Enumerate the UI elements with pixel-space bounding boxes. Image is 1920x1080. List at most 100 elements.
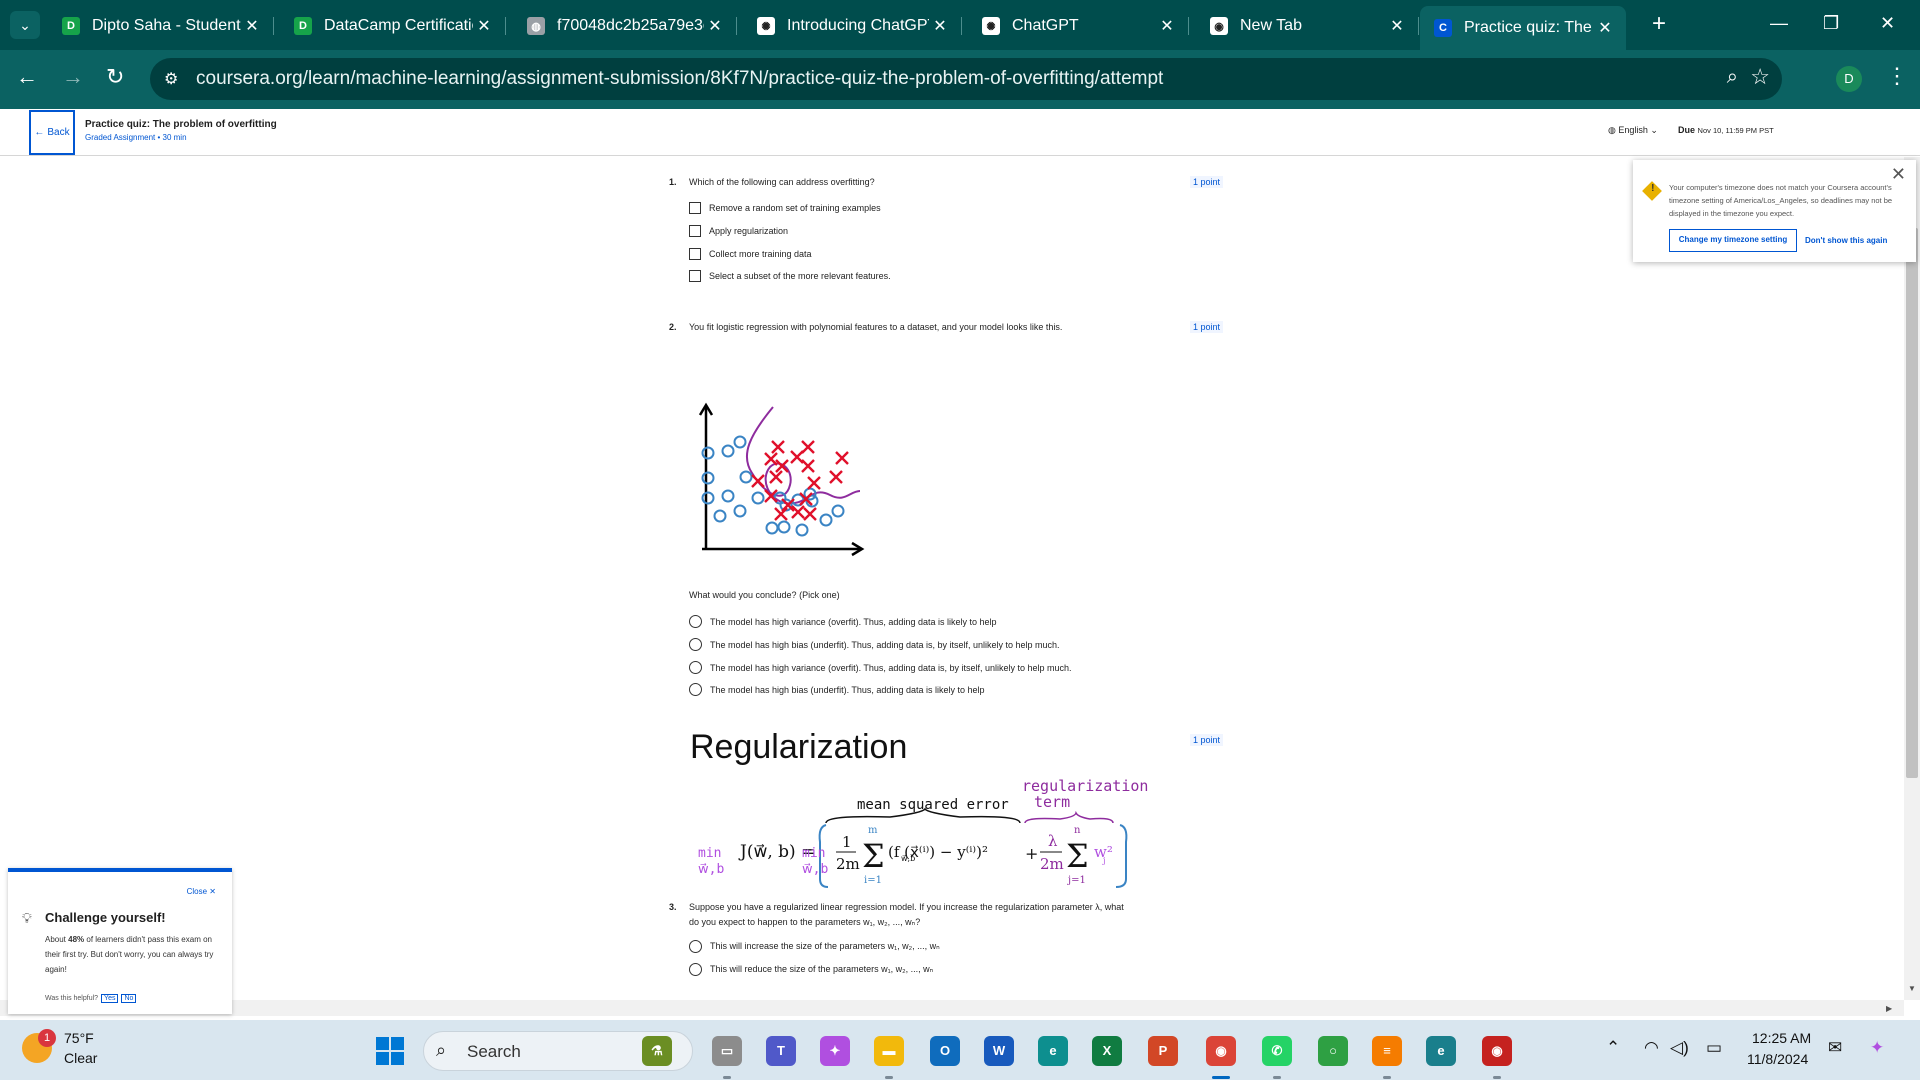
scroll-right-arrow-icon[interactable]: ▶ xyxy=(1886,1004,1892,1013)
tab-6[interactable]: ◉ New Tab ✕ xyxy=(1196,8,1419,44)
scrollbar-thumb[interactable] xyxy=(1906,228,1918,778)
option-label: This will reduce the size of the paramet… xyxy=(710,964,934,974)
close-challenge-button[interactable]: Close ✕ xyxy=(187,887,216,896)
question-1-option-1[interactable]: Remove a random set of training examples xyxy=(689,202,881,214)
forward-arrow-icon[interactable]: → xyxy=(62,65,84,89)
radio-button[interactable] xyxy=(689,638,702,651)
radio-button[interactable] xyxy=(689,615,702,628)
zoom-icon[interactable]: ⌕ xyxy=(1727,66,1738,89)
no-button[interactable]: No xyxy=(121,994,137,1003)
language-selector[interactable]: ◍ English ⌄ xyxy=(1608,125,1658,136)
word-icon[interactable]: W xyxy=(984,1036,1014,1066)
clock-time[interactable]: 12:25 AM xyxy=(1752,1030,1811,1046)
chrome-alt-icon[interactable]: ◉ xyxy=(1482,1036,1512,1079)
edge-dev-icon[interactable]: e xyxy=(1426,1036,1456,1066)
tab-3[interactable]: ◍ f70048dc2b25a79e3c ✕ xyxy=(513,8,737,44)
restore-button[interactable]: ❐ xyxy=(1823,13,1839,34)
profile-avatar[interactable]: D xyxy=(1836,66,1862,92)
new-tab-button[interactable]: + xyxy=(1652,12,1666,36)
folder-icon[interactable]: ▬ xyxy=(874,1036,904,1079)
url-text[interactable]: coursera.org/learn/machine-learning/assi… xyxy=(196,68,1163,90)
bookmark-star-icon[interactable]: ☆ xyxy=(1750,64,1770,90)
address-bar[interactable]: ⚙ coursera.org/learn/machine-learning/as… xyxy=(150,58,1782,100)
question-2-option-2[interactable]: The model has high bias (underfit). Thus… xyxy=(689,638,1060,651)
checkbox[interactable] xyxy=(689,248,701,260)
notifications-icon[interactable]: ✉ xyxy=(1828,1038,1842,1058)
question-3-text-line-1: Suppose you have a regularized linear re… xyxy=(689,902,1124,912)
show-hidden-icons-chevron-icon[interactable]: ⌃ xyxy=(1606,1038,1620,1058)
start-button[interactable] xyxy=(376,1037,404,1065)
whatsapp-icon[interactable]: ✆ xyxy=(1262,1036,1292,1079)
site-info-icon[interactable]: ⚙ xyxy=(164,69,178,89)
close-tab-icon[interactable]: ✕ xyxy=(473,16,495,36)
question-2-option-4[interactable]: The model has high bias (underfit). Thus… xyxy=(689,683,985,696)
close-tab-icon[interactable]: ✕ xyxy=(929,16,951,36)
weather-widget[interactable]: 1 xyxy=(22,1029,56,1063)
radio-button[interactable] xyxy=(689,963,702,976)
radio-button[interactable] xyxy=(689,661,702,674)
question-1-option-3[interactable]: Collect more training data xyxy=(689,248,812,260)
checkbox[interactable] xyxy=(689,202,701,214)
minimize-button[interactable]: — xyxy=(1770,13,1788,34)
tab-4[interactable]: ✺ Introducing ChatGPT ✕ xyxy=(743,8,962,44)
weather-condition[interactable]: Clear xyxy=(64,1050,97,1066)
question-2-number: 2. xyxy=(669,322,677,332)
teams-icon[interactable]: T xyxy=(766,1036,796,1066)
close-tab-icon[interactable]: ✕ xyxy=(1594,18,1616,38)
excel-icon[interactable]: X xyxy=(1092,1036,1122,1066)
close-tab-icon[interactable]: ✕ xyxy=(241,16,263,36)
close-label: Close xyxy=(186,887,208,896)
question-2-option-1[interactable]: The model has high variance (overfit). T… xyxy=(689,615,997,628)
checkbox[interactable] xyxy=(689,225,701,237)
more-menu-icon[interactable]: ⋮ xyxy=(1886,63,1908,89)
tab-search-button[interactable]: ⌄ xyxy=(10,11,40,39)
wifi-icon[interactable]: ◠ xyxy=(1644,1038,1659,1058)
openai-icon: ✺ xyxy=(757,17,775,35)
lab-icon[interactable]: ⚗ xyxy=(642,1036,672,1066)
copilot-tray-icon[interactable]: ✦ xyxy=(1870,1038,1884,1058)
ring-app-icon[interactable]: ○ xyxy=(1318,1036,1348,1066)
battery-icon[interactable]: ▭ xyxy=(1706,1038,1722,1058)
checkbox[interactable] xyxy=(689,270,701,282)
back-arrow-icon[interactable]: ← xyxy=(16,65,38,89)
regularization-brace xyxy=(1024,810,1114,824)
chrome-icon[interactable]: ◉ xyxy=(1206,1036,1236,1079)
weather-temperature[interactable]: 75°F xyxy=(64,1030,94,1046)
min-label: min xyxy=(698,846,721,861)
tab-2[interactable]: D DataCamp Certificatio ✕ xyxy=(280,8,506,44)
regularization-formula-figure: mean squared error regularization term m… xyxy=(698,777,1148,888)
copilot-icon[interactable]: ✦ xyxy=(820,1036,850,1066)
question-3-option-2[interactable]: This will reduce the size of the paramet… xyxy=(689,963,933,976)
close-tab-icon[interactable]: ✕ xyxy=(1386,16,1408,36)
timezone-warning-popup: ✕ ! Your computer's timezone does not ma… xyxy=(1633,160,1916,262)
tab-1[interactable]: D Dipto Saha - Student ✕ xyxy=(48,8,274,44)
edge-icon[interactable]: e xyxy=(1038,1036,1068,1066)
close-tab-icon[interactable]: ✕ xyxy=(704,16,726,36)
change-timezone-button[interactable]: Change my timezone setting xyxy=(1669,229,1797,252)
horizontal-scrollbar[interactable] xyxy=(0,1000,1904,1016)
plot-points xyxy=(701,435,849,537)
back-button[interactable]: ← Back xyxy=(29,110,75,155)
window-close-button[interactable]: ✕ xyxy=(1880,13,1895,34)
windows-taskbar: 1 75°F Clear ⌕ Search ⚗ ▭ T ✦ ▬ O We X P ◉ ✆ ○ ≡ e ◉ ⌃… xyxy=(0,1020,1920,1080)
volume-icon[interactable]: ◁) xyxy=(1670,1038,1689,1058)
question-3-points: 1 point xyxy=(1190,734,1224,746)
question-2-option-3[interactable]: The model has high variance (overfit). T… xyxy=(689,661,1072,674)
powerpoint-icon[interactable]: P xyxy=(1148,1036,1178,1066)
radio-button[interactable] xyxy=(689,940,702,953)
tab-7[interactable]: C Practice quiz: The pro✕ xyxy=(1420,6,1626,50)
tab-5[interactable]: ✺ ChatGPT ✕ xyxy=(968,8,1189,44)
reload-icon[interactable]: ↻ xyxy=(106,65,124,89)
question-1-option-2[interactable]: Apply regularization xyxy=(689,225,788,237)
question-1-option-4[interactable]: Select a subset of the more relevant fea… xyxy=(689,270,891,282)
orange-app-icon[interactable]: ≡ xyxy=(1372,1036,1402,1079)
clock-date[interactable]: 11/8/2024 xyxy=(1747,1051,1808,1067)
scroll-down-arrow-icon[interactable]: ▼ xyxy=(1908,984,1916,993)
close-tab-icon[interactable]: ✕ xyxy=(1156,16,1178,36)
question-3-option-1[interactable]: This will increase the size of the param… xyxy=(689,940,940,953)
outlook-icon[interactable]: O xyxy=(930,1036,960,1066)
yes-button[interactable]: Yes xyxy=(101,994,119,1003)
dont-show-again-button[interactable]: Don't show this again xyxy=(1805,229,1887,252)
file-explorer-shell-icon[interactable]: ▭ xyxy=(712,1036,742,1079)
radio-button[interactable] xyxy=(689,683,702,696)
